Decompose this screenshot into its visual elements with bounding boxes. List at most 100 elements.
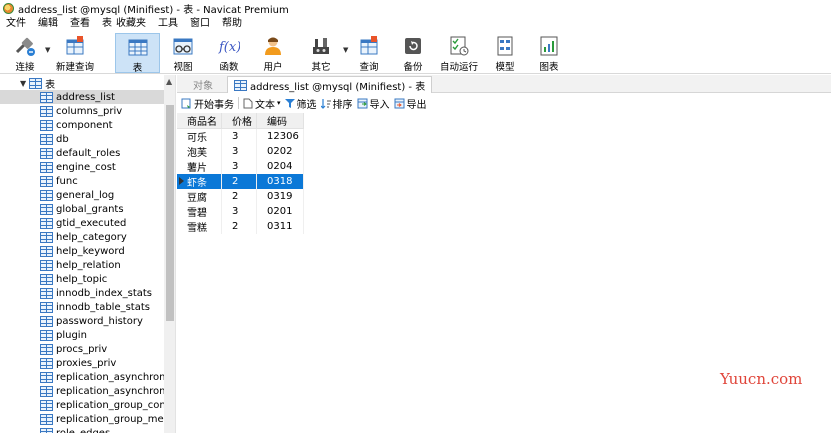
menu-file[interactable]: 文件 bbox=[0, 16, 32, 31]
backup-button[interactable]: 备份 bbox=[398, 33, 428, 73]
text-button[interactable]: 文本 ▾ bbox=[243, 96, 281, 111]
table-cell[interactable]: 0202 bbox=[256, 144, 304, 159]
sidebar-item-label: replication_group_configu bbox=[56, 399, 164, 411]
sidebar-item-table[interactable]: func bbox=[0, 174, 164, 188]
sidebar-item-table[interactable]: general_log bbox=[0, 188, 164, 202]
menu-view[interactable]: 查看 bbox=[64, 16, 96, 31]
new-query-button[interactable]: 新建查询 bbox=[53, 33, 97, 73]
sidebar-item-table[interactable]: proxies_priv bbox=[0, 356, 164, 370]
table-cell[interactable]: 0319 bbox=[256, 189, 304, 204]
query-button[interactable]: 查询 bbox=[352, 33, 386, 73]
table-cell[interactable]: 0318 bbox=[256, 174, 304, 189]
view-button[interactable]: 视图 bbox=[166, 33, 200, 73]
import-button[interactable]: 导入 bbox=[357, 96, 390, 111]
sidebar-scrollbar[interactable]: ▲ bbox=[164, 75, 175, 433]
begin-transaction-button[interactable]: 开始事务 bbox=[181, 96, 234, 111]
tab-objects[interactable]: 对象 bbox=[187, 76, 219, 93]
export-button[interactable]: 导出 bbox=[394, 96, 427, 111]
menu-favorites[interactable]: 收藏夹 bbox=[114, 16, 152, 31]
sidebar-item-table[interactable]: db bbox=[0, 132, 164, 146]
sidebar-item-table[interactable]: plugin bbox=[0, 328, 164, 342]
table-cell[interactable]: 0311 bbox=[256, 219, 304, 234]
sidebar-item-table[interactable]: engine_cost bbox=[0, 160, 164, 174]
table-cell[interactable]: 泡芙 bbox=[177, 144, 222, 159]
other-button[interactable]: 其它 bbox=[304, 33, 338, 73]
sidebar-item-table[interactable]: help_keyword bbox=[0, 244, 164, 258]
table-row[interactable]: 薯片 3 0204 bbox=[177, 159, 304, 174]
table-row[interactable]: 可乐 3 12306 bbox=[177, 128, 304, 144]
model-button[interactable]: 模型 bbox=[488, 33, 522, 73]
tree-root-tables[interactable]: ▼ 表 bbox=[20, 76, 55, 91]
table-row[interactable]: 雪糕 2 0311 bbox=[177, 219, 304, 234]
menu-window[interactable]: 窗口 bbox=[184, 16, 216, 31]
chart-icon bbox=[538, 35, 560, 57]
table-cell[interactable]: 雪碧 bbox=[177, 204, 222, 219]
user-button[interactable]: 用户 bbox=[256, 33, 290, 73]
table-button[interactable]: 表 bbox=[115, 33, 160, 74]
function-button[interactable]: f(x) 函数 bbox=[212, 33, 246, 73]
column-header-price[interactable]: 价格 bbox=[221, 113, 257, 129]
sidebar-item-table[interactable]: replication_group_membe bbox=[0, 412, 164, 426]
sidebar-item-table[interactable]: help_relation bbox=[0, 258, 164, 272]
table-cell[interactable]: 虾条 bbox=[177, 174, 222, 189]
sidebar-item-table[interactable]: replication_asynchronous_ bbox=[0, 384, 164, 398]
sidebar-item-table[interactable]: innodb_table_stats bbox=[0, 300, 164, 314]
table-cell[interactable]: 薯片 bbox=[177, 159, 222, 174]
table-cell[interactable]: 豆腐 bbox=[177, 189, 222, 204]
other-dropdown-arrow[interactable]: ▼ bbox=[343, 46, 348, 54]
sort-button[interactable]: 排序 bbox=[320, 96, 353, 111]
chart-button[interactable]: 图表 bbox=[532, 33, 566, 73]
table-cell[interactable]: 可乐 bbox=[177, 128, 222, 144]
sidebar-scrollbar-thumb[interactable] bbox=[166, 105, 174, 321]
table-cell[interactable]: 雪糕 bbox=[177, 219, 222, 234]
tab-address-list[interactable]: address_list @mysql (Minifiest) - 表 bbox=[227, 76, 433, 93]
sidebar-item-label: replication_asynchronous_ bbox=[56, 385, 164, 397]
sidebar-item-table[interactable]: role_edges bbox=[0, 426, 164, 433]
table-cell[interactable]: 0201 bbox=[256, 204, 304, 219]
table-cell[interactable]: 12306 bbox=[256, 128, 304, 144]
table-cell[interactable]: 2 bbox=[221, 219, 257, 234]
table-cell[interactable]: 3 bbox=[221, 159, 257, 174]
sidebar-item-table[interactable]: component bbox=[0, 118, 164, 132]
chevron-down-icon[interactable]: ▾ bbox=[277, 99, 281, 107]
table-cell[interactable]: 3 bbox=[221, 204, 257, 219]
table-icon bbox=[40, 91, 53, 103]
chevron-down-icon[interactable]: ▼ bbox=[20, 79, 26, 88]
filter-icon bbox=[284, 98, 295, 108]
table-cell[interactable]: 0204 bbox=[256, 159, 304, 174]
table-row[interactable]: 虾条 2 0318 bbox=[177, 174, 304, 189]
sidebar-item-table[interactable]: procs_priv bbox=[0, 342, 164, 356]
menu-table[interactable]: 表 bbox=[96, 16, 114, 31]
column-header-code[interactable]: 编码 bbox=[256, 113, 304, 129]
filter-button[interactable]: 筛选 bbox=[284, 96, 317, 111]
connect-dropdown-arrow[interactable]: ▼ bbox=[45, 46, 50, 54]
menu-edit[interactable]: 编辑 bbox=[32, 16, 64, 31]
sidebar-item-table[interactable]: password_history bbox=[0, 314, 164, 328]
sidebar-item-table[interactable]: replication_group_configu bbox=[0, 398, 164, 412]
sidebar-item-table[interactable]: global_grants bbox=[0, 202, 164, 216]
table-cell[interactable]: 3 bbox=[221, 128, 257, 144]
sidebar-item-table[interactable]: columns_priv bbox=[0, 104, 164, 118]
sidebar-item-table[interactable]: help_category bbox=[0, 230, 164, 244]
sidebar-item-table[interactable]: innodb_index_stats bbox=[0, 286, 164, 300]
menu-help[interactable]: 帮助 bbox=[216, 16, 248, 31]
view-icon bbox=[172, 35, 194, 57]
sidebar-item-table[interactable]: help_topic bbox=[0, 272, 164, 286]
sidebar-item-table[interactable]: address_list bbox=[0, 90, 164, 104]
sidebar-item-table[interactable]: gtid_executed bbox=[0, 216, 164, 230]
table-cell[interactable]: 2 bbox=[221, 174, 257, 189]
column-header-name[interactable]: 商品名 bbox=[177, 113, 222, 129]
auto-run-button[interactable]: 自动运行 bbox=[439, 33, 479, 73]
table-row[interactable]: 豆腐 2 0319 bbox=[177, 189, 304, 204]
connect-button[interactable]: 连接 bbox=[6, 33, 44, 73]
table-row[interactable]: 雪碧 3 0201 bbox=[177, 204, 304, 219]
table-cell[interactable]: 3 bbox=[221, 144, 257, 159]
scroll-up-icon[interactable]: ▲ bbox=[166, 77, 172, 86]
table-icon bbox=[40, 371, 53, 383]
table-cell[interactable]: 2 bbox=[221, 189, 257, 204]
sidebar-item-table[interactable]: default_roles bbox=[0, 146, 164, 160]
sidebar-item-table[interactable]: replication_asynchronous_ bbox=[0, 370, 164, 384]
table-row[interactable]: 泡芙 3 0202 bbox=[177, 144, 304, 159]
menu-tools[interactable]: 工具 bbox=[152, 16, 184, 31]
svg-text:f(x): f(x) bbox=[218, 40, 240, 55]
